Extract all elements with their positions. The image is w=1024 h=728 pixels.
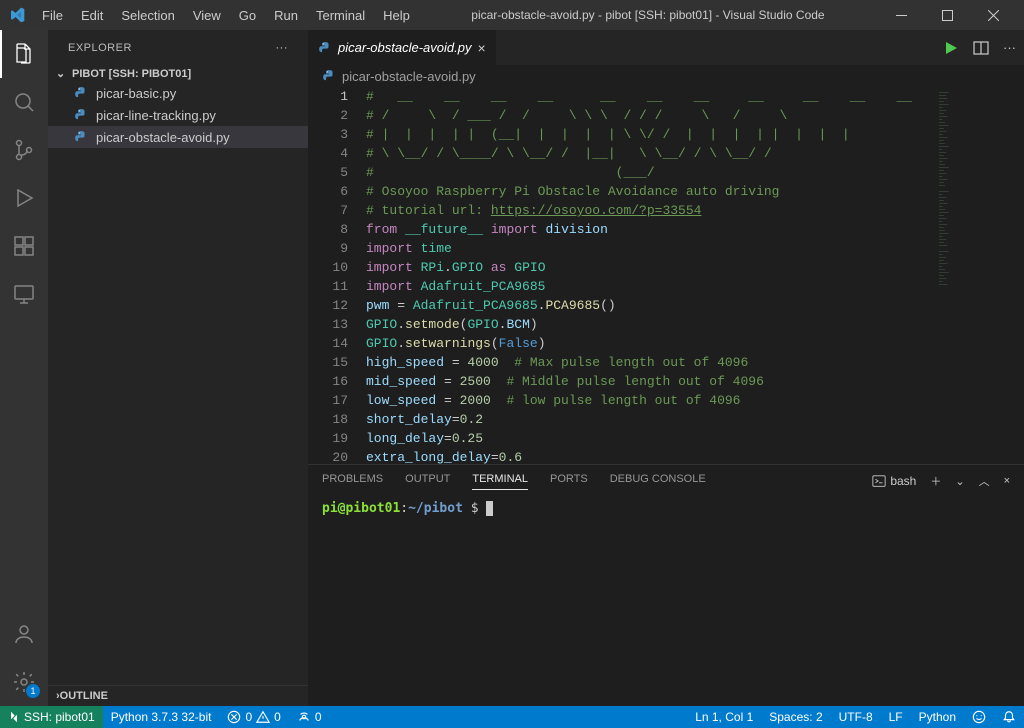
activity-accounts[interactable] — [0, 610, 48, 658]
file-tree: picar-basic.py picar-line-tracking.py pi… — [48, 82, 308, 685]
new-terminal-icon[interactable]: ＋ — [930, 473, 941, 489]
editor-tab[interactable]: picar-obstacle-avoid.py × — [308, 30, 497, 65]
menu-go[interactable]: Go — [231, 4, 264, 27]
editor-area: picar-obstacle-avoid.py × ··· picar-obst… — [308, 30, 1024, 706]
python-file-icon — [322, 69, 336, 83]
python-file-icon — [74, 129, 92, 145]
outline-section[interactable]: › OUTLINE — [48, 685, 308, 706]
status-ports[interactable]: 0 — [289, 706, 330, 728]
activity-run-debug[interactable] — [0, 174, 48, 222]
code-content[interactable]: # __ __ __ __ __ __ __ __ __ __ __ __ __… — [366, 87, 934, 464]
status-problems[interactable]: 0 0 — [219, 706, 288, 728]
tab-close-icon[interactable]: × — [477, 40, 485, 56]
activity-bar: 1 — [0, 30, 48, 706]
chevron-down-icon: ⌄ — [56, 67, 72, 80]
menu-view[interactable]: View — [185, 4, 229, 27]
editor-tabs: picar-obstacle-avoid.py × ··· — [308, 30, 1024, 65]
window-controls — [878, 0, 1016, 30]
file-label: picar-obstacle-avoid.py — [96, 130, 230, 145]
menu-bar: File Edit Selection View Go Run Terminal… — [34, 4, 418, 27]
terminal[interactable]: pi@pibot01:~/pibot $ — [308, 497, 1024, 706]
terminal-user: pi@pibot01 — [322, 501, 400, 516]
terminal-shell-selector[interactable]: bash — [872, 474, 916, 488]
explorer-sidebar: EXPLORER ··· ⌄ PIBOT [SSH: PIBOT01] pica… — [48, 30, 308, 706]
panel-tab-ports[interactable]: PORTS — [550, 473, 588, 489]
activity-extensions[interactable] — [0, 222, 48, 270]
menu-file[interactable]: File — [34, 4, 71, 27]
window-title: picar-obstacle-avoid.py - pibot [SSH: pi… — [418, 8, 878, 22]
activity-settings[interactable]: 1 — [0, 658, 48, 706]
panel-tab-debug-console[interactable]: DEBUG CONSOLE — [610, 473, 706, 489]
activity-explorer[interactable] — [0, 30, 48, 78]
settings-badge: 1 — [26, 684, 40, 698]
activity-remote-explorer[interactable] — [0, 270, 48, 318]
file-item[interactable]: picar-line-tracking.py — [48, 104, 308, 126]
status-encoding[interactable]: UTF-8 — [831, 710, 881, 724]
status-notifications-icon[interactable] — [994, 710, 1024, 724]
code-editor[interactable]: 1234567891011121314151617181920 # __ __ … — [308, 87, 1024, 464]
breadcrumbs[interactable]: picar-obstacle-avoid.py — [308, 65, 1024, 87]
explorer-more-icon[interactable]: ··· — [276, 42, 289, 54]
activity-source-control[interactable] — [0, 126, 48, 174]
maximize-panel-icon[interactable]: ︿ — [979, 473, 990, 489]
maximize-button[interactable] — [924, 0, 970, 30]
status-feedback-icon[interactable] — [964, 710, 994, 724]
menu-selection[interactable]: Selection — [113, 4, 182, 27]
panel-tabs: PROBLEMS OUTPUT TERMINAL PORTS DEBUG CON… — [308, 465, 1024, 497]
explorer-title: EXPLORER — [68, 42, 276, 54]
file-label: picar-line-tracking.py — [96, 108, 216, 123]
run-file-icon[interactable] — [943, 40, 959, 56]
title-bar: File Edit Selection View Go Run Terminal… — [0, 0, 1024, 30]
terminal-cursor-icon — [486, 501, 493, 516]
status-python-interpreter[interactable]: Python 3.7.3 32-bit — [103, 706, 220, 728]
menu-help[interactable]: Help — [375, 4, 418, 27]
line-numbers: 1234567891011121314151617181920 — [308, 87, 366, 464]
bottom-panel: PROBLEMS OUTPUT TERMINAL PORTS DEBUG CON… — [308, 464, 1024, 706]
vscode-logo-icon — [8, 6, 26, 24]
menu-run[interactable]: Run — [266, 4, 306, 27]
panel-tab-terminal[interactable]: TERMINAL — [472, 473, 528, 490]
panel-tab-output[interactable]: OUTPUT — [405, 473, 450, 489]
status-ln-col[interactable]: Ln 1, Col 1 — [687, 710, 761, 724]
status-indent[interactable]: Spaces: 2 — [761, 710, 830, 724]
file-item[interactable]: picar-obstacle-avoid.py — [48, 126, 308, 148]
menu-edit[interactable]: Edit — [73, 4, 111, 27]
root-label: PIBOT [SSH: PIBOT01] — [72, 68, 191, 80]
minimize-button[interactable] — [878, 0, 924, 30]
file-item[interactable]: picar-basic.py — [48, 82, 308, 104]
tab-label: picar-obstacle-avoid.py — [338, 40, 471, 55]
status-bar: SSH: pibot01 Python 3.7.3 32-bit 0 0 0 L… — [0, 706, 1024, 728]
file-label: picar-basic.py — [96, 86, 176, 101]
panel-tab-problems[interactable]: PROBLEMS — [322, 473, 383, 489]
activity-search[interactable] — [0, 78, 48, 126]
menu-terminal[interactable]: Terminal — [308, 4, 373, 27]
explorer-root-folder[interactable]: ⌄ PIBOT [SSH: PIBOT01] — [48, 65, 308, 82]
python-file-icon — [74, 107, 92, 123]
terminal-path: ~/pibot — [408, 501, 463, 516]
outline-label: OUTLINE — [60, 690, 108, 702]
status-eol[interactable]: LF — [881, 710, 911, 724]
split-editor-icon[interactable] — [973, 40, 989, 56]
minimap[interactable]: ▬▬▬▬▬▬▬▬▬▬▬▬▬▬▬▬▬▬▬▬▬▬▬▬▬▬▬▬▬▬▬▬▬▬▬▬▬▬▬▬… — [934, 87, 1024, 464]
split-terminal-icon[interactable]: ⌄ — [955, 475, 964, 488]
status-remote[interactable]: SSH: pibot01 — [0, 706, 103, 728]
close-button[interactable] — [970, 0, 1016, 30]
close-panel-icon[interactable]: × — [1004, 475, 1010, 487]
python-file-icon — [74, 85, 92, 101]
breadcrumb-file: picar-obstacle-avoid.py — [342, 69, 476, 84]
python-file-icon — [318, 41, 332, 55]
editor-more-icon[interactable]: ··· — [1003, 40, 1016, 55]
status-language[interactable]: Python — [911, 710, 964, 724]
